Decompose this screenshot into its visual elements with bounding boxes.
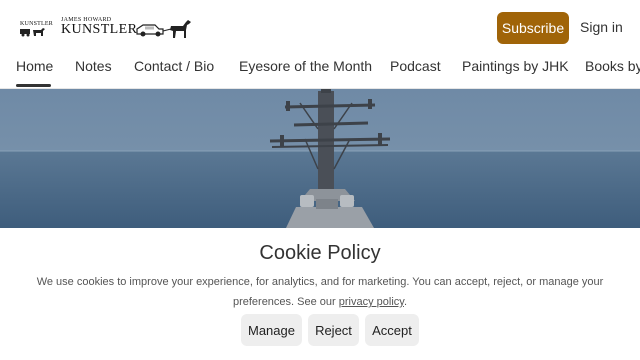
cookie-text-end: . [403,296,408,308]
cookie-description: We use cookies to improve your experienc… [30,272,610,312]
site-header: KUNSTLER JAMES HOWARD KUNSTLER Subscribe… [0,0,640,56]
nav-item-eyesore-of-the-month[interactable]: Eyesore of the Month [239,58,372,74]
car-and-horse-icon [136,20,191,38]
privacy-policy-link[interactable]: privacy policy [339,296,404,308]
main-nav: Home Notes Contact / Bio Eyesore of the … [0,56,640,89]
cookie-banner: Cookie Policy We use cookies to improve … [0,228,640,360]
small-logo[interactable]: KUNSTLER [19,16,53,38]
nav-item-contact-bio[interactable]: Contact / Bio [134,58,214,74]
reject-cookies-button[interactable]: Reject [308,314,359,346]
cookie-text-main: We use cookies to improve your experienc… [36,276,604,308]
hero-image[interactable] [0,89,640,228]
nav-item-paintings[interactable]: Paintings by JHK [462,58,569,74]
warship-photo-icon [0,89,640,228]
cookie-title: Cookie Policy [259,242,381,264]
active-tab-indicator [16,84,51,87]
subscribe-button[interactable]: Subscribe [497,12,569,44]
horse-cart-icon [20,28,45,37]
site-logo[interactable]: JAMES HOWARD KUNSTLER [61,17,137,37]
nav-item-books[interactable]: Books by [585,58,640,74]
accept-cookies-button[interactable]: Accept [365,314,419,346]
sign-in-link[interactable]: Sign in [580,19,623,35]
nav-item-home[interactable]: Home [16,58,53,74]
manage-cookies-button[interactable]: Manage [241,314,302,346]
nav-item-notes[interactable]: Notes [75,58,112,74]
nav-item-podcast[interactable]: Podcast [390,58,441,74]
logo-title: KUNSTLER [61,22,138,37]
